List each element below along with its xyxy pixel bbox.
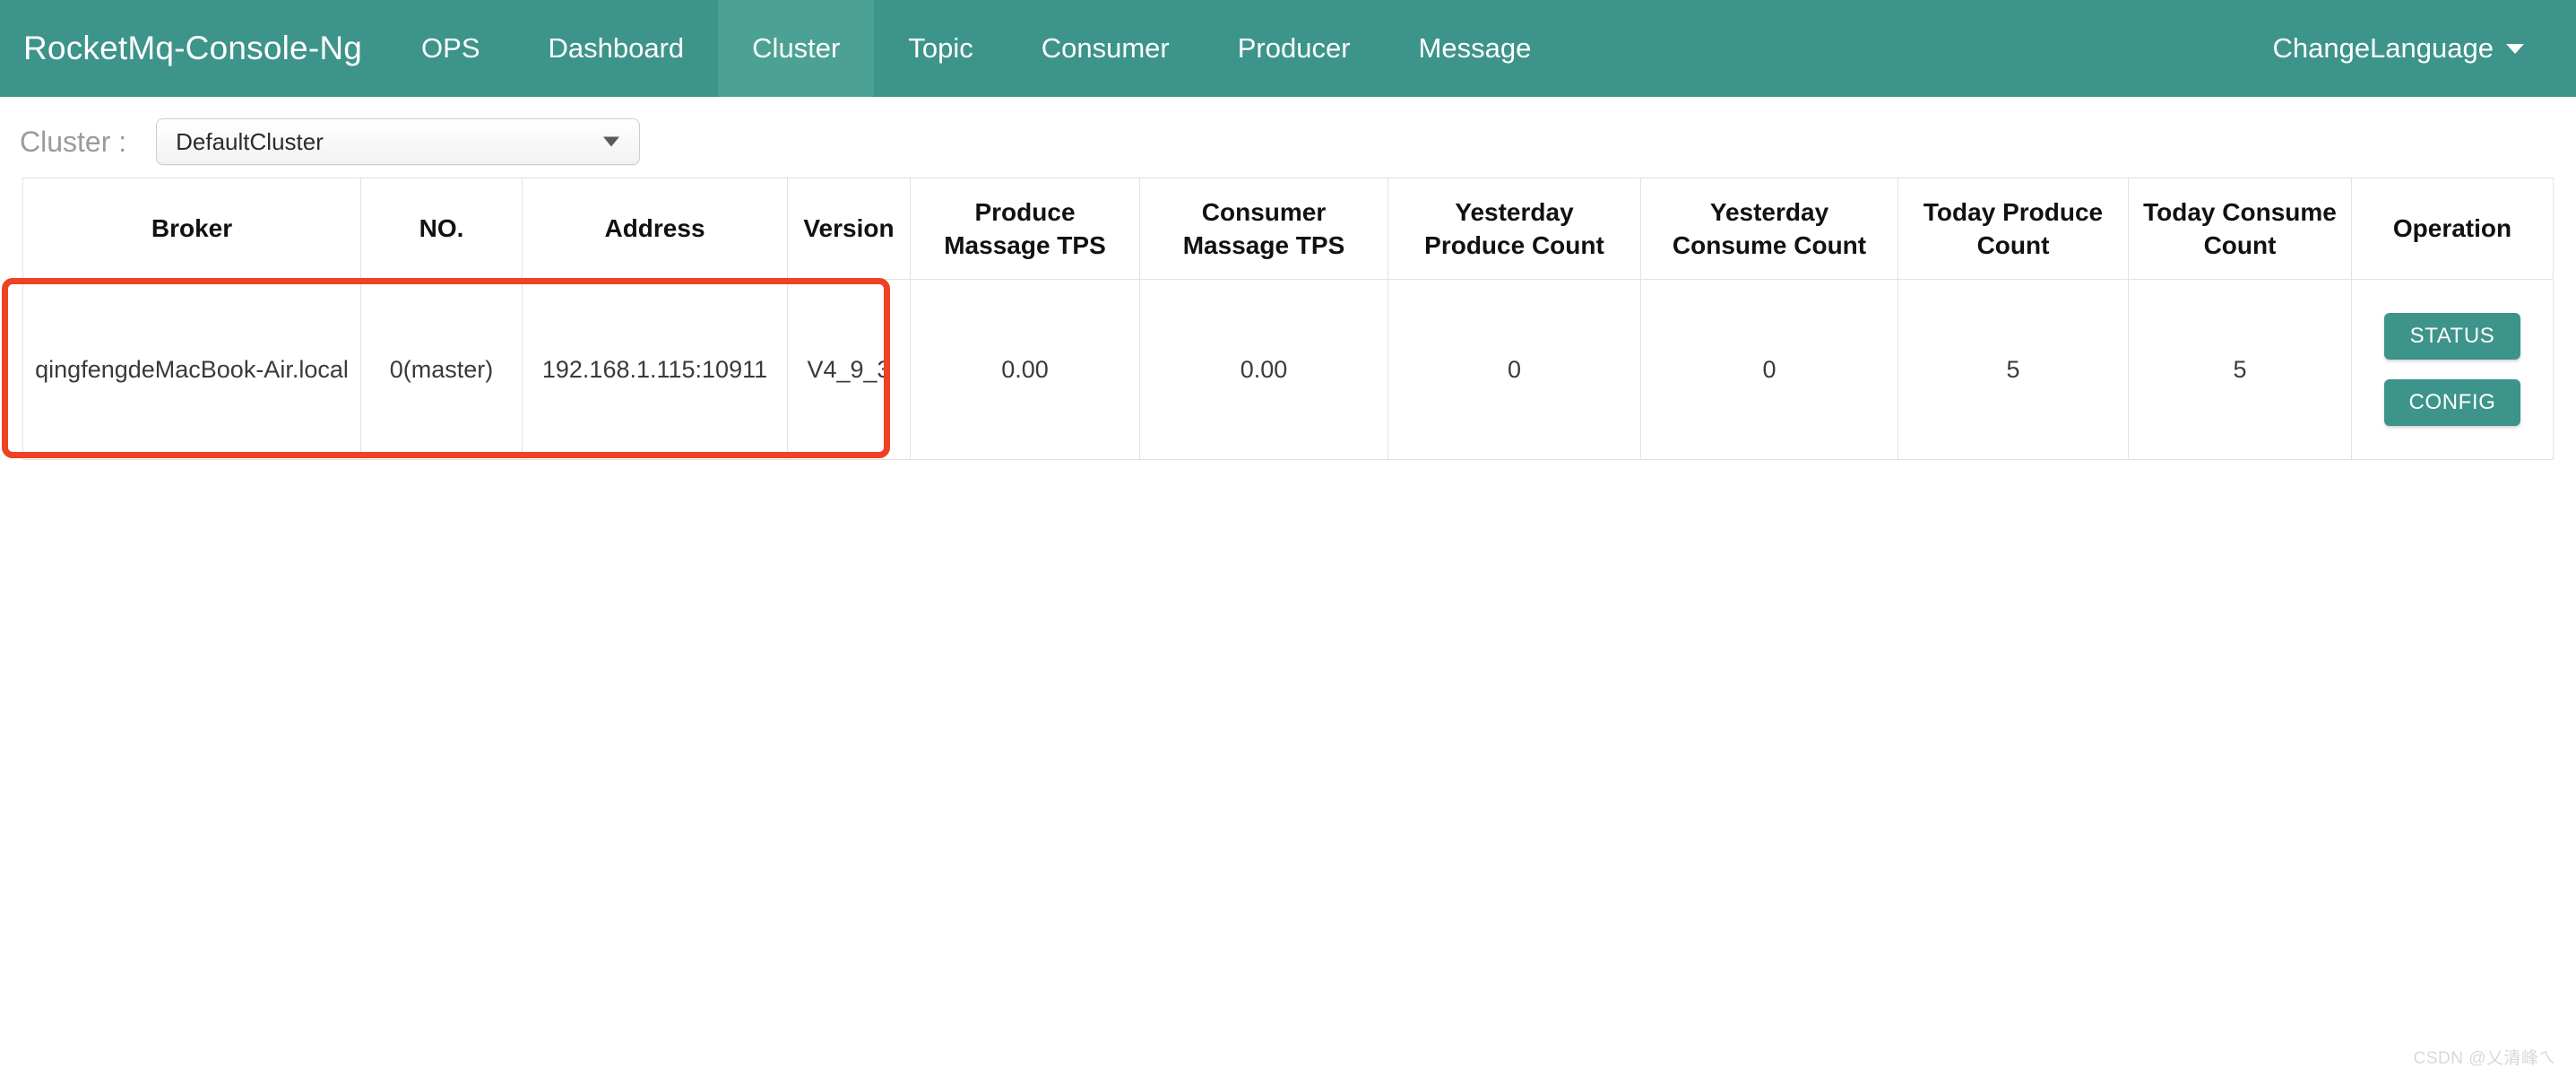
cluster-filter-label: Cluster : <box>20 125 127 158</box>
col-header-produce-tps-line1: Produce <box>974 197 1076 226</box>
broker-table-body: qingfengdeMacBook-Air.local 0(master) 19… <box>22 279 2554 460</box>
col-header-yesterday-produce[interactable]: Yesterday Produce Count <box>1387 178 1641 280</box>
col-header-no[interactable]: NO. <box>360 178 523 280</box>
col-header-operation[interactable]: Operation <box>2351 178 2554 280</box>
nav-item-producer[interactable]: Producer <box>1204 0 1385 97</box>
col-header-today-consume[interactable]: Today Consume Count <box>2128 178 2352 280</box>
col-header-today-consume-line2: Count <box>2203 231 2277 259</box>
nav-item-topic[interactable]: Topic <box>874 0 1007 97</box>
col-header-yesterday-produce-line2: Produce Count <box>1424 231 1604 259</box>
cell-yesterday-consume-count: 0 <box>1640 279 1898 460</box>
top-navbar: RocketMq-Console-Ng OPS Dashboard Cluste… <box>0 0 2576 97</box>
broker-table: Broker NO. Address Version Produce Massa… <box>22 178 2554 460</box>
cell-yesterday-produce-count: 0 <box>1387 279 1641 460</box>
cell-version: V4_9_3 <box>787 279 911 460</box>
col-header-today-produce-line2: Count <box>1976 231 2050 259</box>
col-header-broker-line1: Broker <box>151 214 233 243</box>
cell-no: 0(master) <box>360 279 523 460</box>
broker-table-head: Broker NO. Address Version Produce Massa… <box>22 178 2554 280</box>
col-header-yesterday-consume[interactable]: Yesterday Consume Count <box>1640 178 1898 280</box>
cell-broker: qingfengdeMacBook-Air.local <box>22 279 361 460</box>
nav-item-cluster[interactable]: Cluster <box>718 0 875 97</box>
col-header-address[interactable]: Address <box>522 178 788 280</box>
nav-item-ops[interactable]: OPS <box>387 0 514 97</box>
cell-operation: STATUS CONFIG <box>2351 279 2554 460</box>
col-header-today-produce[interactable]: Today Produce Count <box>1897 178 2129 280</box>
col-header-version-line1: Version <box>803 214 895 243</box>
col-header-today-consume-line1: Today Consume <box>2143 197 2337 226</box>
col-header-today-produce-line1: Today Produce <box>1923 197 2104 226</box>
nav-item-dashboard[interactable]: Dashboard <box>514 0 719 97</box>
config-button[interactable]: CONFIG <box>2384 379 2520 426</box>
brand-logo[interactable]: RocketMq-Console-Ng <box>0 0 387 97</box>
col-header-no-line1: NO. <box>419 214 464 243</box>
chevron-down-icon <box>2506 43 2524 54</box>
watermark-text: CSDN @乂清峰ㄟ <box>2413 1049 2556 1068</box>
chevron-down-icon <box>603 136 620 147</box>
cluster-select-value: DefaultCluster <box>176 127 324 155</box>
change-language-dropdown[interactable]: ChangeLanguage <box>2272 32 2524 65</box>
col-header-consume-tps[interactable]: Consumer Massage TPS <box>1139 178 1388 280</box>
cluster-select[interactable]: DefaultCluster <box>156 118 641 165</box>
cluster-filter-row: Cluster : DefaultCluster <box>0 97 2576 165</box>
broker-table-container: Broker NO. Address Version Produce Massa… <box>2 178 2554 460</box>
col-header-yesterday-produce-line1: Yesterday <box>1455 197 1574 226</box>
col-header-version[interactable]: Version <box>787 178 911 280</box>
nav-item-message[interactable]: Message <box>1385 0 1566 97</box>
col-header-yesterday-consume-line2: Consume Count <box>1672 231 1867 259</box>
cell-consume-tps: 0.00 <box>1139 279 1388 460</box>
col-header-operation-line1: Operation <box>2392 214 2512 243</box>
change-language-label: ChangeLanguage <box>2272 32 2494 64</box>
main-nav: OPS Dashboard Cluster Topic Consumer Pro… <box>387 0 1565 97</box>
col-header-consume-tps-line2: Massage TPS <box>1182 231 1345 259</box>
table-row: qingfengdeMacBook-Air.local 0(master) 19… <box>22 279 2554 460</box>
status-button[interactable]: STATUS <box>2384 313 2520 360</box>
navbar-right: ChangeLanguage <box>2272 0 2576 97</box>
cell-today-produce-count: 5 <box>1897 279 2129 460</box>
nav-item-consumer[interactable]: Consumer <box>1007 0 1204 97</box>
col-header-produce-tps-line2: Massage TPS <box>944 231 1106 259</box>
operation-buttons: STATUS CONFIG <box>2359 280 2546 459</box>
col-header-address-line1: Address <box>604 214 705 243</box>
col-header-consume-tps-line1: Consumer <box>1201 197 1327 226</box>
cell-address: 192.168.1.115:10911 <box>522 279 788 460</box>
cell-produce-tps: 0.00 <box>910 279 1140 460</box>
col-header-produce-tps[interactable]: Produce Massage TPS <box>910 178 1140 280</box>
col-header-yesterday-consume-line1: Yesterday <box>1709 197 1829 226</box>
cell-today-consume-count: 5 <box>2128 279 2352 460</box>
table-header-row: Broker NO. Address Version Produce Massa… <box>22 178 2554 280</box>
col-header-broker[interactable]: Broker <box>22 178 361 280</box>
